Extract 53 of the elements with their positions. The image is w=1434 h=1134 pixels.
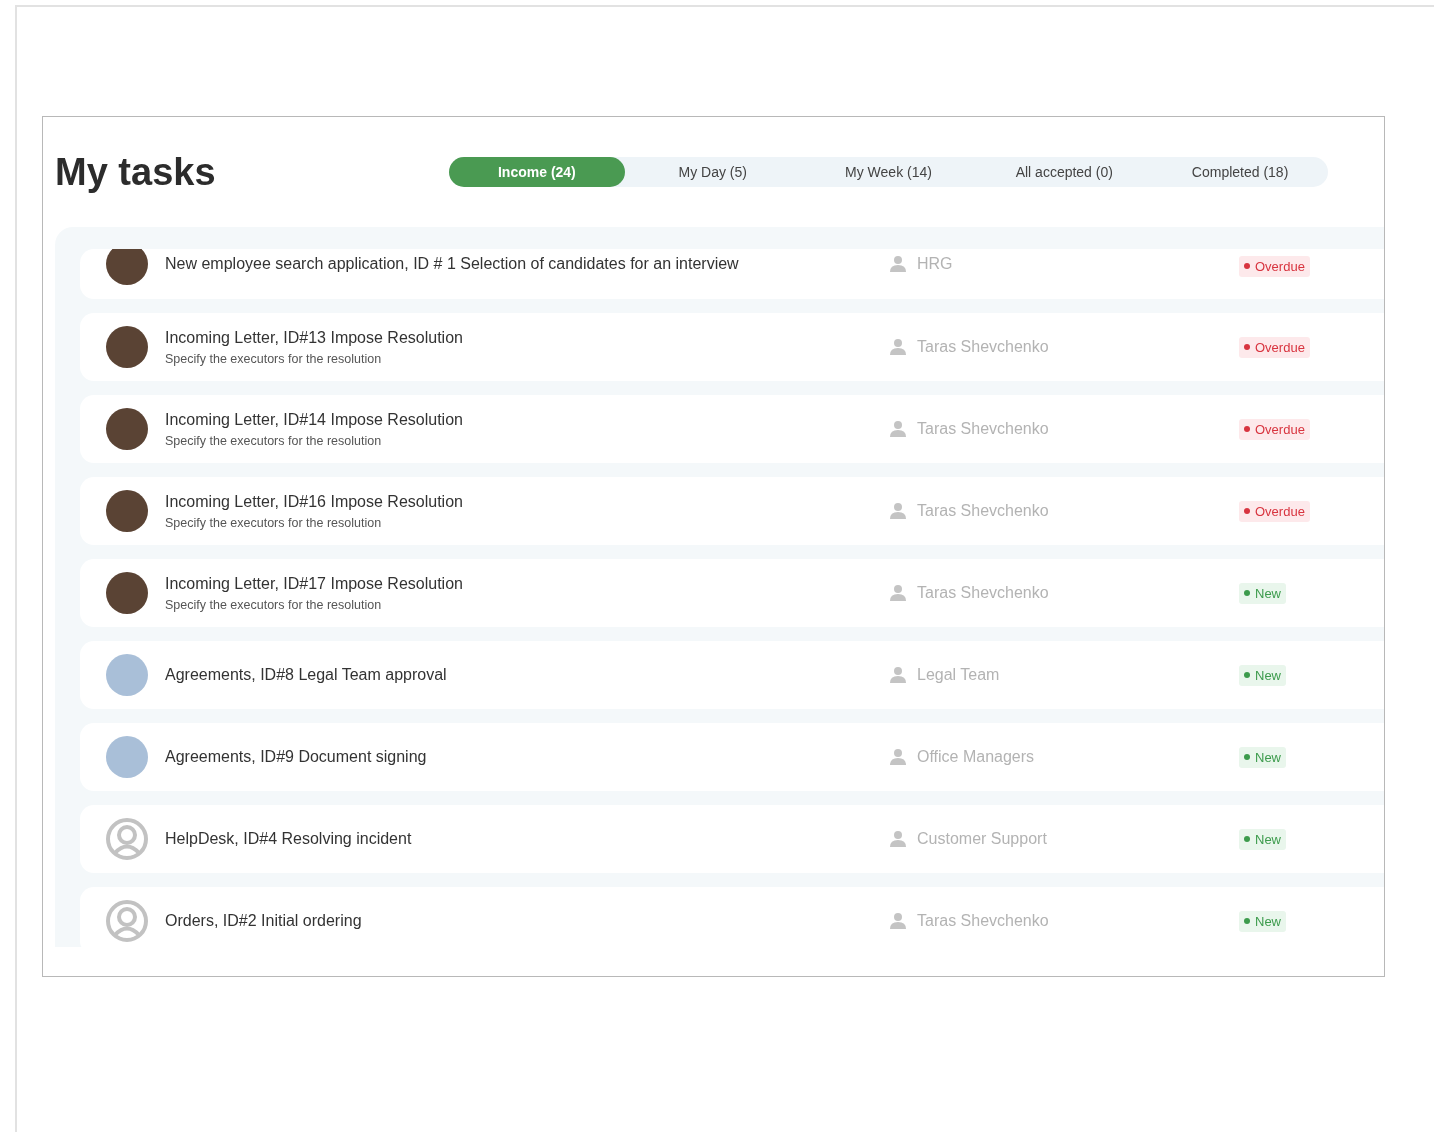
task-title: HelpDesk, ID#4 Resolving incident [165, 830, 413, 848]
task-row[interactable]: Incoming Letter, ID#14 Impose Resolution Specify the executors for the resolution Taras Shevchenko Overdue [80, 395, 1384, 463]
task-title: New employee search application, ID # 1 Selection of candidates for an interview [165, 255, 740, 273]
status-badge: Overdue [1239, 336, 1310, 358]
assignee-name: Legal Team [917, 666, 1000, 684]
task-title: Incoming Letter, ID#16 Impose Resolution [165, 492, 464, 511]
status-badge: Overdue [1239, 255, 1310, 277]
assignee-name: Office Managers [917, 748, 1035, 766]
task-row[interactable]: Incoming Letter, ID#16 Impose Resolution Specify the executors for the resolution Taras Shevchenko Overdue [80, 477, 1384, 545]
status-badge: Overdue [1239, 418, 1310, 440]
task-subtitle: Specify the executors for the resolution [165, 433, 383, 448]
status-badge: Overdue [1239, 500, 1310, 522]
assignee-name: Taras Shevchenko [917, 420, 1049, 438]
status-badge: New [1239, 828, 1286, 850]
person-icon [889, 584, 907, 602]
filter-tab[interactable]: Completed (18) [1152, 157, 1328, 187]
task-row[interactable]: Agreements, ID#9 Document signing Office Managers New [80, 723, 1384, 791]
assignee-name: Taras Shevchenko [917, 338, 1049, 356]
person-icon [889, 666, 907, 684]
assignee-name: Taras Shevchenko [917, 584, 1049, 602]
task-subtitle: Specify the executors for the resolution [165, 597, 383, 612]
task-row[interactable]: HelpDesk, ID#4 Resolving incident Customer Support New [80, 805, 1384, 873]
task-title: Agreements, ID#9 Document signing [165, 748, 428, 766]
task-title: Incoming Letter, ID#14 Impose Resolution [165, 410, 464, 429]
task-row[interactable]: Agreements, ID#8 Legal Team approval Legal Team New [80, 641, 1384, 709]
task-row[interactable]: Incoming Letter, ID#17 Impose Resolution Specify the executors for the resolution Taras Shevchenko New [80, 559, 1384, 627]
assignee-name: Customer Support [917, 830, 1047, 848]
assignee-name: Taras Shevchenko [917, 912, 1049, 930]
task-title: Agreements, ID#8 Legal Team approval [165, 666, 448, 684]
task-row[interactable]: New employee search application, ID # 1 Selection of candidates for an interview HRG Overdue [80, 249, 1384, 299]
person-icon [889, 748, 907, 766]
task-title: Incoming Letter, ID#17 Impose Resolution [165, 574, 464, 593]
person-icon [889, 420, 907, 438]
filter-tab[interactable]: All accepted (0) [976, 157, 1153, 187]
assignee-name: Taras Shevchenko [917, 502, 1049, 520]
status-badge: New [1239, 582, 1286, 604]
filter-tab[interactable]: My Day (5) [624, 157, 801, 187]
status-badge: New [1239, 664, 1286, 686]
status-badge: New [1239, 910, 1286, 932]
person-icon [889, 912, 907, 930]
task-subtitle: Specify the executors for the resolution [165, 351, 383, 366]
assignee-name: HRG [917, 255, 953, 273]
person-icon [889, 338, 907, 356]
status-badge: New [1239, 746, 1286, 768]
task-title: Incoming Letter, ID#13 Impose Resolution [165, 328, 464, 347]
task-row[interactable]: Incoming Letter, ID#13 Impose Resolution Specify the executors for the resolution Taras Shevchenko Overdue [80, 313, 1384, 381]
page-title: My tasks [55, 150, 217, 194]
person-icon [889, 502, 907, 520]
person-icon [889, 255, 907, 273]
person-icon [889, 830, 907, 848]
task-title: Orders, ID#2 Initial ordering [165, 912, 363, 930]
filter-tab[interactable]: My Week (14) [800, 157, 977, 187]
task-subtitle: Specify the executors for the resolution [165, 515, 383, 530]
